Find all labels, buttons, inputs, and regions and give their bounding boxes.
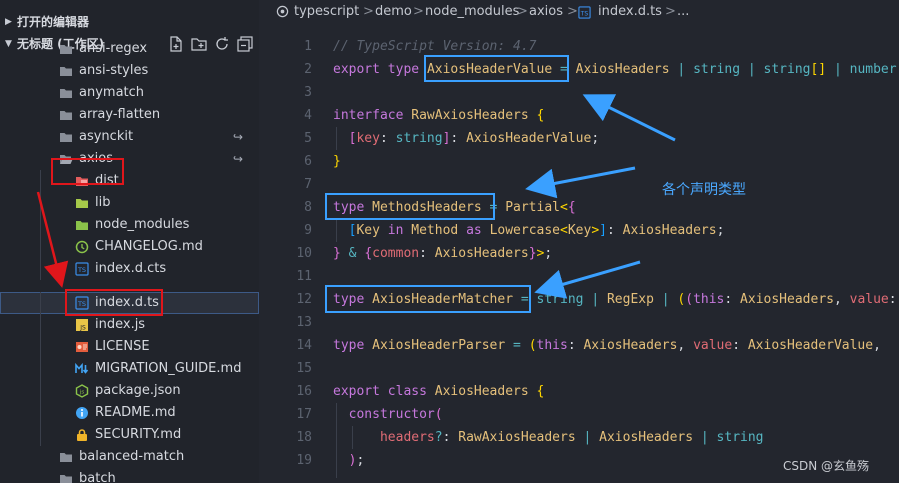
annotation-arrows (36, 94, 676, 299)
arrow-to-axiosheadermatcher (534, 260, 641, 299)
watermark: CSDN @玄鱼殇 (783, 459, 870, 473)
annotation-label: 各个声明类型 (662, 182, 746, 198)
arrow-to-axiosheadervalue (582, 94, 676, 142)
arrow-to-index-d-ts (36, 191, 69, 288)
vscode-window: ▶ 打开的编辑器 ▼ 无标题 (工作区) ansi-regex ansi-sty… (0, 0, 899, 483)
arrow-to-methodsheaders (525, 166, 636, 199)
